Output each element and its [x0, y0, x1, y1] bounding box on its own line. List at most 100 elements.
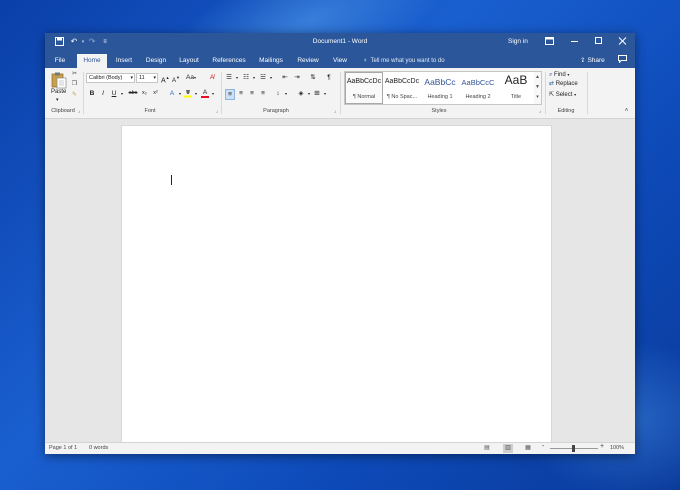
paste-dropdown-icon[interactable]: ▾: [56, 96, 59, 105]
text-cursor: [171, 175, 172, 185]
tab-mailings[interactable]: Mailings: [256, 54, 286, 68]
web-layout-icon[interactable]: ▦: [523, 444, 533, 453]
style-name: Heading 2: [465, 94, 491, 100]
style-no-spacing[interactable]: AaBbCcDc ¶ No Spac...: [383, 72, 421, 104]
shrink-font-button[interactable]: A▼: [172, 73, 180, 86]
bullets-icon[interactable]: ☰: [225, 73, 233, 82]
tab-design[interactable]: Design: [143, 54, 169, 68]
close-icon[interactable]: [615, 36, 629, 48]
font-size-box[interactable]: 11 ▾: [136, 73, 158, 83]
tab-home[interactable]: Home: [77, 54, 107, 68]
ribbon-tab-bar: File Home Insert Design Layout Reference…: [45, 52, 635, 68]
bold-button[interactable]: B: [88, 89, 96, 98]
grow-font-button[interactable]: A▲: [161, 73, 170, 85]
cursor-icon: ⇱: [549, 92, 555, 98]
sign-in-link[interactable]: Sign in: [508, 38, 528, 45]
tab-insert[interactable]: Insert: [113, 54, 135, 68]
page-count[interactable]: Page 1 of 1: [49, 445, 77, 451]
multilevel-list-dropdown-icon[interactable]: ▾: [267, 73, 275, 82]
style-heading-1[interactable]: AaBbCc Heading 1: [421, 72, 459, 104]
format-painter-icon[interactable]: ✎: [71, 92, 78, 99]
styles-more-icon[interactable]: ▾: [534, 92, 541, 102]
shading-dropdown-icon[interactable]: ▾: [305, 89, 313, 98]
sort-icon[interactable]: ⇅: [309, 73, 317, 82]
tab-references[interactable]: References: [210, 54, 248, 68]
show-formatting-icon[interactable]: ¶: [325, 73, 333, 82]
ribbon-display-options-icon[interactable]: [542, 36, 556, 48]
collapse-ribbon-icon[interactable]: ˄: [623, 108, 630, 115]
zoom-slider-thumb[interactable]: [572, 445, 575, 452]
group-separator: [221, 72, 222, 114]
style-normal[interactable]: AaBbCcDc ¶ Normal: [345, 72, 383, 104]
select-button[interactable]: ⇱ Select ▾: [549, 90, 576, 100]
align-left-icon[interactable]: ≡: [225, 89, 235, 100]
share-button[interactable]: ⇪ Share: [580, 54, 605, 68]
tab-layout[interactable]: Layout: [177, 54, 201, 68]
tab-file[interactable]: File: [51, 54, 69, 68]
tell-me-box[interactable]: ♀ Tell me what you want to do: [363, 54, 445, 68]
clear-formatting-icon[interactable]: A̸: [208, 73, 216, 82]
align-right-icon[interactable]: ≡: [248, 89, 256, 98]
cut-icon[interactable]: ✂: [71, 71, 78, 78]
print-layout-icon[interactable]: ▥: [503, 444, 513, 453]
find-button[interactable]: ⌕ Find ▾: [549, 70, 569, 80]
superscript-button[interactable]: x²: [151, 89, 160, 98]
change-case-button[interactable]: Aa▾: [184, 73, 198, 82]
decrease-indent-icon[interactable]: ⇤: [281, 73, 289, 82]
italic-button[interactable]: I: [99, 89, 107, 98]
strikethrough-button[interactable]: abc: [127, 89, 139, 98]
paste-label[interactable]: Paste: [51, 88, 66, 97]
comments-icon[interactable]: [617, 55, 627, 65]
font-size-dropdown-icon[interactable]: ▾: [153, 74, 156, 82]
font-color-dropdown-icon[interactable]: ▾: [209, 89, 217, 98]
line-spacing-icon[interactable]: ↕: [274, 89, 282, 98]
group-separator: [587, 72, 588, 114]
font-name-box[interactable]: Calibri (Body) ▾: [86, 73, 135, 83]
subscript-button[interactable]: x₂: [140, 89, 149, 98]
zoom-in-button[interactable]: +: [600, 443, 604, 450]
replace-button[interactable]: ⇄ Replace: [549, 80, 578, 89]
styles-gallery-scroll[interactable]: ▲ ▼ ▾: [534, 71, 542, 105]
tab-review[interactable]: Review: [295, 54, 321, 68]
style-preview: AaBbCcDc: [346, 78, 382, 85]
tab-view[interactable]: View: [329, 54, 351, 68]
paragraph-launcher-icon[interactable]: ⌟: [334, 109, 339, 114]
underline-dropdown-icon[interactable]: ▾: [118, 89, 126, 98]
minimize-icon[interactable]: [567, 36, 581, 48]
style-heading-2[interactable]: AaBbCcC Heading 2: [459, 72, 497, 104]
zoom-out-button[interactable]: -: [542, 443, 544, 450]
text-effects-dropdown-icon[interactable]: ▾: [176, 89, 184, 98]
multilevel-list-icon[interactable]: ☱: [259, 73, 267, 82]
font-name-dropdown-icon[interactable]: ▾: [130, 74, 133, 82]
borders-dropdown-icon[interactable]: ▾: [321, 89, 329, 98]
line-spacing-dropdown-icon[interactable]: ▾: [282, 89, 290, 98]
align-center-icon[interactable]: ≡: [237, 89, 245, 98]
increase-indent-icon[interactable]: ⇥: [293, 73, 301, 82]
font-group-label: Font: [144, 108, 156, 114]
read-mode-icon[interactable]: ▤: [482, 444, 492, 453]
document-page[interactable]: [121, 125, 552, 447]
text-effects-icon[interactable]: A: [168, 89, 176, 98]
styles-up-icon[interactable]: ▲: [534, 72, 541, 82]
zoom-level[interactable]: 100%: [610, 445, 624, 451]
numbering-icon[interactable]: ☷: [242, 73, 250, 82]
borders-icon[interactable]: ⊞: [313, 89, 321, 98]
justify-icon[interactable]: ≡: [259, 89, 267, 98]
style-title[interactable]: AaB Title: [497, 72, 535, 104]
word-count[interactable]: 0 words: [89, 445, 108, 451]
styles-down-icon[interactable]: ▼: [534, 82, 541, 92]
highlight-icon[interactable]: [184, 89, 192, 101]
copy-icon[interactable]: ❐: [71, 81, 78, 88]
bullets-dropdown-icon[interactable]: ▾: [233, 73, 241, 82]
group-separator: [545, 72, 546, 114]
numbering-dropdown-icon[interactable]: ▾: [250, 73, 258, 82]
highlight-dropdown-icon[interactable]: ▾: [192, 89, 200, 98]
underline-button[interactable]: U: [110, 89, 118, 98]
replace-icon: ⇄: [549, 81, 555, 87]
paste-icon[interactable]: [51, 71, 67, 89]
styles-launcher-icon[interactable]: ⌟: [539, 109, 544, 114]
shading-icon[interactable]: ◈: [297, 89, 305, 98]
style-name: Heading 1: [427, 94, 453, 100]
maximize-icon[interactable]: [591, 36, 605, 48]
font-color-icon[interactable]: A: [201, 89, 209, 98]
